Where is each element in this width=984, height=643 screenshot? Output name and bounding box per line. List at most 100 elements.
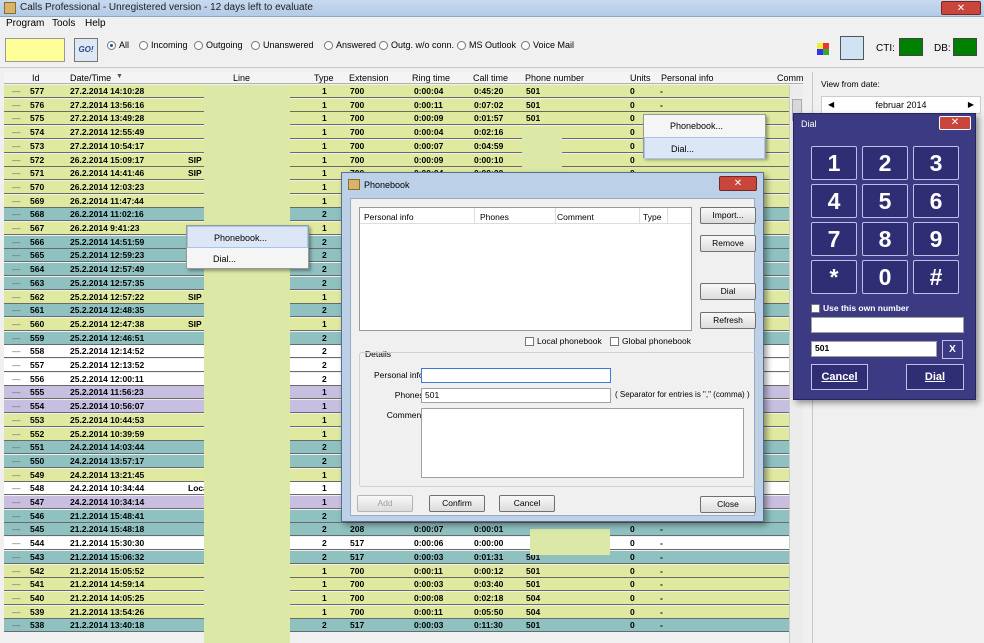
row-expander[interactable]: — [12, 278, 21, 288]
comment-input[interactable] [421, 408, 744, 478]
global-phonebook-checkbox[interactable]: Global phonebook [610, 336, 691, 346]
col-type[interactable]: Type [314, 73, 334, 83]
row-expander[interactable]: — [12, 264, 21, 274]
table-row[interactable]: — 544 21.2.2014 15:30:30 2 517 0:00:06 0:00:00… [4, 537, 789, 551]
dial-key-4[interactable]: 4 [811, 184, 857, 218]
dial-key-0[interactable]: 0 [862, 260, 908, 294]
col-personal-info[interactable]: Personal info [661, 73, 714, 83]
row-expander[interactable]: — [12, 319, 21, 329]
row-expander[interactable]: — [12, 387, 21, 397]
go-button[interactable]: GO! [74, 38, 98, 62]
table-row[interactable]: — 576 27.2.2014 13:56:16 1 700 0:00:11 0:07:02… [4, 98, 789, 112]
row-expander[interactable]: — [12, 607, 21, 617]
table-row[interactable]: — 577 27.2.2014 14:10:28 1 700 0:00:04 0:45:20… [4, 85, 789, 98]
dial-key-7[interactable]: 7 [811, 222, 857, 256]
dial-key-3[interactable]: 3 [913, 146, 959, 180]
own-number-input[interactable] [811, 317, 964, 333]
menu-program[interactable]: Program [6, 18, 44, 29]
row-expander[interactable]: — [12, 497, 21, 507]
table-row[interactable]: — 545 21.2.2014 15:48:18 2 208 0:00:07 0:00:01… [4, 523, 789, 537]
remove-button[interactable]: Remove [700, 235, 756, 252]
confirm-button[interactable]: Confirm [429, 495, 485, 512]
calendar-month[interactable]: ◀ februar 2014 ▶ [821, 96, 981, 114]
row-expander[interactable]: — [12, 196, 21, 206]
row-expander[interactable]: — [12, 511, 21, 521]
row-expander[interactable]: — [12, 100, 21, 110]
row-expander[interactable]: — [12, 155, 21, 165]
ctx-dial-item[interactable]: Dial... [187, 248, 308, 270]
search-input[interactable] [5, 38, 65, 62]
row-expander[interactable]: — [12, 429, 21, 439]
filter-voice-mail[interactable]: Voice Mail [521, 40, 574, 50]
table-row[interactable]: — 541 21.2.2014 14:59:14 1 700 0:00:03 0:03:40… [4, 578, 789, 592]
row-expander[interactable]: — [12, 524, 21, 534]
row-expander[interactable]: — [12, 182, 21, 192]
row-expander[interactable]: — [12, 223, 21, 233]
row-expander[interactable]: — [12, 141, 21, 151]
row-expander[interactable]: — [12, 620, 21, 630]
menu-tools[interactable]: Tools [52, 18, 75, 29]
table-row[interactable]: — 542 21.2.2014 15:05:52 1 700 0:00:11 0:00:12… [4, 564, 789, 578]
row-expander[interactable]: — [12, 209, 21, 219]
dial-cancel-button[interactable]: Cancel [811, 364, 868, 390]
filter-outgoing[interactable]: Outgoing [194, 40, 243, 50]
local-phonebook-checkbox[interactable]: Local phonebook [525, 336, 602, 346]
col-id[interactable]: Id [32, 73, 40, 83]
row-expander[interactable]: — [12, 346, 21, 356]
dial-key-8[interactable]: 8 [862, 222, 908, 256]
ctx-phonebook-item[interactable]: Phonebook... [644, 115, 765, 137]
phone-settings-icon[interactable] [840, 36, 864, 60]
row-expander[interactable]: — [12, 113, 21, 123]
col-personal-info[interactable]: Personal info [364, 212, 414, 222]
row-expander[interactable]: — [12, 127, 21, 137]
col-extension[interactable]: Extension [349, 73, 389, 83]
col-ring-time[interactable]: Ring time [412, 73, 450, 83]
close-icon[interactable]: ✕ [939, 116, 971, 130]
close-icon[interactable]: ✕ [719, 176, 757, 191]
dial-button[interactable]: Dial [700, 283, 756, 300]
dial-key-6[interactable]: 6 [913, 184, 959, 218]
row-expander[interactable]: — [12, 483, 21, 493]
table-row[interactable]: — 539 21.2.2014 13:54:26 1 700 0:00:11 0:05:50… [4, 605, 789, 619]
row-expander[interactable]: — [12, 470, 21, 480]
colors-icon[interactable] [817, 43, 829, 55]
col-phones[interactable]: Phones [480, 212, 509, 222]
prev-month-icon[interactable]: ◀ [828, 97, 834, 113]
row-expander[interactable]: — [12, 456, 21, 466]
table-row[interactable]: — 538 21.2.2014 13:40:18 2 517 0:00:03 0:11:30… [4, 619, 789, 633]
ctx-dial-item[interactable]: Dial... [644, 137, 765, 159]
row-expander[interactable]: — [12, 552, 21, 562]
row-expander[interactable]: — [12, 292, 21, 302]
contacts-list[interactable]: Personal info Phones Comment Type [359, 207, 692, 331]
row-expander[interactable]: — [12, 360, 21, 370]
row-expander[interactable]: — [12, 374, 21, 384]
filter-outg-no-conn[interactable]: Outg. w/o conn. [379, 40, 454, 50]
filter-incoming[interactable]: Incoming [139, 40, 188, 50]
phones-input[interactable]: 501 [421, 388, 611, 403]
dial-key-hash[interactable]: # [913, 260, 959, 294]
table-row[interactable]: — 540 21.2.2014 14:05:25 1 700 0:00:08 0:02:18… [4, 591, 789, 605]
row-expander[interactable]: — [12, 442, 21, 452]
col-comment[interactable]: Comm [777, 73, 804, 83]
row-expander[interactable]: — [12, 86, 21, 96]
col-datetime[interactable]: Date/Time [70, 73, 111, 83]
col-line[interactable]: Line [233, 73, 250, 83]
col-units[interactable]: Units [630, 73, 651, 83]
row-expander[interactable]: — [12, 305, 21, 315]
close-icon[interactable]: ✕ [941, 1, 981, 15]
filter-all[interactable]: All [107, 40, 129, 50]
col-phone-number[interactable]: Phone number [525, 73, 584, 83]
col-call-time[interactable]: Call time [473, 73, 508, 83]
ctx-phonebook-item[interactable]: Phonebook... [187, 226, 308, 248]
row-expander[interactable]: — [12, 168, 21, 178]
row-expander[interactable]: — [12, 333, 21, 343]
col-type[interactable]: Type [643, 212, 661, 222]
filter-ms-outlook[interactable]: MS Outlook [457, 40, 516, 50]
row-expander[interactable]: — [12, 593, 21, 603]
dial-key-9[interactable]: 9 [913, 222, 959, 256]
add-button[interactable]: Add [357, 495, 413, 512]
personal-info-input[interactable] [421, 368, 611, 383]
filter-unanswered[interactable]: Unanswered [251, 40, 314, 50]
use-own-number-checkbox[interactable]: Use this own number [811, 303, 909, 313]
table-row[interactable]: — 543 21.2.2014 15:06:32 2 517 0:00:03 0:01:31… [4, 550, 789, 564]
